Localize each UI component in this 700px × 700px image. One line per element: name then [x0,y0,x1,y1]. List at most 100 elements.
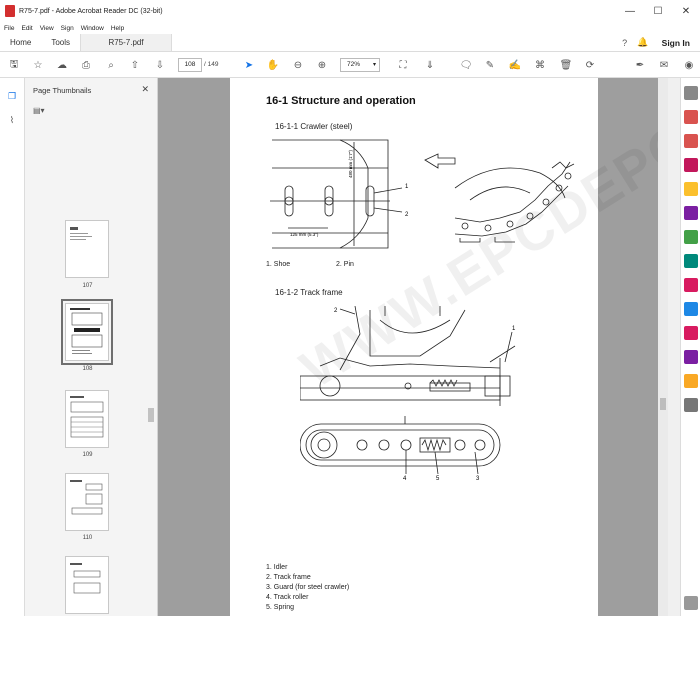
previous-page-icon[interactable]: ⇧ [126,56,144,74]
delete-trash-icon[interactable]: 🗑 [557,56,575,74]
window-title: R75-7.pdf - Adobe Acrobat Reader DC (32-… [19,7,163,15]
close-button[interactable]: ✕ [672,0,700,22]
thumbnail-label-109: 109 [82,452,93,458]
window-controls: — ☐ ✕ [616,0,700,22]
thumbnail-page-111[interactable] [65,556,109,614]
help-icon[interactable]: ? [616,34,634,52]
rotate-icon[interactable]: ⟳ [581,56,599,74]
comment-icon[interactable]: 🗨 [457,56,475,74]
draw-icon[interactable]: ✍ [506,56,524,74]
thumbnail-111-preview [70,563,101,594]
organize-pages-icon[interactable] [684,230,698,244]
search-icon[interactable] [684,86,698,100]
prepare-form-icon[interactable] [684,326,698,340]
page-heading: 16-1 Structure and operation [266,95,416,107]
thumbnail-108-preview [70,308,103,354]
fig1-dim-pitch: 125 mm (5.3") [290,232,319,237]
page-number-input[interactable]: 108 [178,58,202,72]
thumbnail-page-108[interactable] [61,299,113,365]
fill-sign-icon[interactable]: ✒ [631,56,649,74]
comment-tool-icon[interactable] [684,182,698,196]
create-pdf-icon[interactable] [684,134,698,148]
scroll-mode-icon[interactable]: ⇓ [421,56,439,74]
legend-pin: 2. Pin [336,261,354,268]
pdf-page: WWW.EPCDEPO.COM 16-1 Structure and opera… [230,78,668,616]
export-pdf-icon[interactable] [684,110,698,124]
menu-sign[interactable]: Sign [61,25,74,32]
menu-view[interactable]: View [40,25,54,32]
notification-bell-icon[interactable]: 🔔 [634,34,652,52]
section-track-frame-heading: 16-1-2 Track frame [275,288,343,297]
chevron-down-icon: ▾ [372,62,376,68]
legend-shoe: 1. Shoe [266,261,291,268]
attachment-paperclip-icon[interactable]: ⌇ [4,112,20,128]
upload-cloud-icon[interactable]: ☁ [53,56,71,74]
send-for-comments-icon[interactable] [684,374,698,388]
zoom-search-icon[interactable]: ⌕ [102,56,120,74]
expand-panel-icon[interactable] [684,596,698,610]
crawler-diagram: 1 2 480 mm (1'7") 125 mm (5.3") [270,139,575,249]
thumbnails-scrollbar-thumb[interactable] [148,408,154,422]
zoom-in-icon[interactable]: ⊕ [313,56,331,74]
email-icon[interactable]: ✉ [655,56,673,74]
toolbar: 🖫 ☆ ☁ ⎙ ⌕ ⇧ ⇩ 108 / 149 ➤ ✋ ⊖ ⊕ 72% ▾ ⛶ … [0,52,700,78]
thumbnails-panel-icon[interactable]: ❐ [4,88,20,104]
tab-tools[interactable]: Tools [41,34,80,51]
fit-page-icon[interactable]: ⛶ [394,56,412,74]
panel-title: Page Thumbnails [33,86,92,95]
highlight-pen-icon[interactable]: ✎ [481,56,499,74]
document-tab-label: R75-7.pdf [108,38,144,47]
enhance-scans-icon[interactable] [684,254,698,268]
send-for-signature-icon[interactable] [684,350,698,364]
more-tools-wrench-icon[interactable] [684,398,698,412]
left-rail: ❐ ⌇ [0,78,25,616]
combine-files-icon[interactable] [684,206,698,220]
menu-window[interactable]: Window [81,25,104,32]
thumbnail-label-107: 107 [82,283,93,289]
tabbar-right: ? 🔔 Sign In [616,34,700,51]
page-total-label: / 149 [204,61,219,68]
fig2-label-5: 5 [436,476,440,480]
bookmark-star-icon[interactable]: ☆ [29,56,47,74]
close-icon[interactable]: ✕ [141,84,149,95]
tab-bar: Home Tools R75-7.pdf ? 🔔 Sign In [0,34,700,52]
thumbnails-scrollbar[interactable] [148,128,154,608]
thumbnail-107-preview [70,227,92,240]
select-cursor-icon[interactable]: ➤ [240,56,258,74]
hand-tool-icon[interactable]: ✋ [264,56,282,74]
protect-shield-icon[interactable] [684,302,698,316]
edit-pdf-icon[interactable] [684,158,698,172]
zoom-level-value: 72% [347,61,361,68]
zoom-level-select[interactable]: 72% ▾ [340,58,380,72]
thumbnail-page-110[interactable] [65,473,109,531]
thumbnail-page-107[interactable] [65,220,109,278]
share-icon[interactable]: ◉ [680,56,698,74]
document-viewport[interactable]: WWW.EPCDEPO.COM 16-1 Structure and opera… [158,78,668,616]
menu-help[interactable]: Help [111,25,124,32]
thumbnail-options-icon[interactable]: ▤▾ [33,106,53,118]
menu-edit[interactable]: Edit [21,25,32,32]
menu-file[interactable]: File [4,25,14,32]
zoom-out-icon[interactable]: ⊖ [289,56,307,74]
thumbnail-label-108: 108 [82,366,93,372]
stamp-icon[interactable]: ⌘ [531,56,549,74]
legend-idler: 1. Idler [266,564,288,571]
save-icon[interactable]: 🖫 [5,56,23,74]
sign-in-button[interactable]: Sign In [652,38,700,48]
document-scrollbar[interactable] [658,78,668,616]
print-icon[interactable]: ⎙ [77,56,95,74]
minimize-button[interactable]: — [616,0,644,22]
tab-document[interactable]: R75-7.pdf [80,34,173,51]
fill-and-sign-icon[interactable] [684,278,698,292]
next-page-icon[interactable]: ⇩ [151,56,169,74]
title-bar: R75-7.pdf - Adobe Acrobat Reader DC (32-… [0,0,700,22]
acrobat-app-icon [5,5,15,17]
maximize-button[interactable]: ☐ [644,0,672,22]
fig1-label-1: 1 [405,184,409,190]
document-scrollbar-thumb[interactable] [660,398,666,410]
legend-track-roller: 4. Track roller [266,594,309,601]
fig2-label-1: 1 [512,326,516,332]
tab-home[interactable]: Home [0,34,41,51]
legend-track-frame: 2. Track frame [266,574,311,581]
thumbnail-page-109[interactable] [65,390,109,448]
